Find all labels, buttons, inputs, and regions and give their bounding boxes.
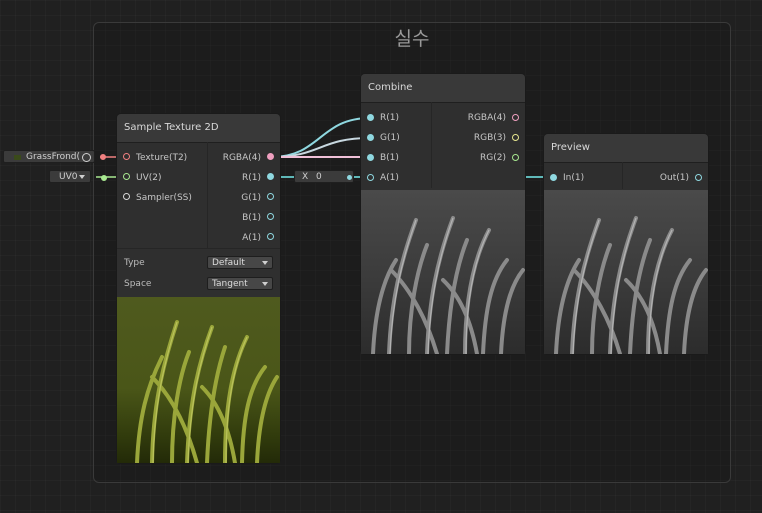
- wire-to-combine-r: [271, 117, 371, 158]
- port-label-a: A(1): [242, 233, 261, 243]
- port-label-sampler: Sampler(SS): [136, 193, 192, 203]
- texture-thumbnail-icon: [14, 155, 21, 160]
- type-label: Type: [124, 258, 145, 268]
- port-uv[interactable]: [123, 173, 130, 180]
- texture-input-field[interactable]: GrassFrond(: [3, 150, 95, 163]
- port-label-b: B(1): [242, 213, 261, 223]
- port-label-in: In(1): [563, 173, 585, 183]
- port-label-rgb: RGB(3): [473, 133, 506, 143]
- a-field-connector: [347, 175, 352, 180]
- preview-image: [544, 190, 708, 354]
- port-divider: [207, 142, 208, 248]
- port-r-out[interactable]: [267, 173, 274, 180]
- port-label-uv: UV(2): [136, 173, 162, 183]
- uv-input-field[interactable]: UV0: [49, 170, 91, 183]
- port-divider: [622, 162, 623, 189]
- combine-preview-image: [361, 190, 525, 354]
- wire-to-combine-g: [271, 137, 371, 158]
- port-label-texture: Texture(T2): [136, 153, 188, 163]
- port-texture[interactable]: [123, 153, 130, 160]
- node-title[interactable]: Combine: [361, 74, 525, 103]
- port-a-out[interactable]: [267, 233, 274, 240]
- dropdown-arrow-icon: [79, 175, 85, 179]
- space-dropdown[interactable]: Tangent: [207, 277, 273, 290]
- port-label-rgba: RGBA(4): [467, 113, 506, 123]
- port-a-in[interactable]: [367, 174, 374, 181]
- port-label-r: R(1): [380, 113, 400, 123]
- combine-a-field[interactable]: X 0: [294, 170, 354, 183]
- preview-node[interactable]: Preview In(1) Out(1): [544, 134, 708, 354]
- grass-illustration: [135, 320, 279, 463]
- port-b-in[interactable]: [367, 154, 374, 161]
- dropdown-arrow-icon: [262, 261, 268, 265]
- dropdown-arrow-icon: [262, 282, 268, 286]
- port-rgba-out[interactable]: [267, 153, 274, 160]
- port-rgba-out[interactable]: [512, 114, 519, 121]
- props-divider: [117, 248, 280, 249]
- node-title[interactable]: Preview: [544, 134, 708, 163]
- type-dropdown[interactable]: Default: [207, 256, 273, 269]
- texture-input-value: GrassFrond(: [26, 152, 81, 162]
- target-icon[interactable]: [82, 153, 91, 162]
- port-rgb-out[interactable]: [512, 134, 519, 141]
- port-label-r: R(1): [241, 173, 261, 183]
- port-label-g: G(1): [380, 133, 400, 143]
- texture-field-connector: [100, 154, 106, 160]
- node-title[interactable]: Sample Texture 2D: [117, 114, 280, 143]
- sample-texture-2d-node[interactable]: Sample Texture 2D Texture(T2) UV(2) Samp…: [117, 114, 280, 463]
- grass-grayscale-illustration: [371, 216, 525, 354]
- port-r-in[interactable]: [367, 114, 374, 121]
- port-label-rgba: RGBA(4): [222, 153, 261, 163]
- port-g-out[interactable]: [267, 193, 274, 200]
- port-divider: [431, 102, 432, 188]
- uv-input-value: UV0: [59, 172, 78, 182]
- a-field-label: X: [302, 172, 309, 182]
- port-label-out: Out(1): [659, 173, 689, 183]
- type-value: Default: [212, 258, 245, 268]
- a-field-value: 0: [316, 172, 322, 182]
- port-label-rg: RG(2): [480, 153, 506, 163]
- port-out[interactable]: [695, 174, 702, 181]
- grass-grayscale-illustration: [554, 216, 708, 354]
- port-in[interactable]: [550, 174, 557, 181]
- combine-node[interactable]: Combine R(1) G(1) B(1) A(1) RGBA(4) RGB(…: [361, 74, 525, 354]
- space-label: Space: [124, 279, 152, 289]
- port-b-out[interactable]: [267, 213, 274, 220]
- space-value: Tangent: [212, 279, 248, 289]
- port-sampler[interactable]: [123, 193, 130, 200]
- port-rg-out[interactable]: [512, 154, 519, 161]
- port-label-a: A(1): [380, 173, 399, 183]
- port-g-in[interactable]: [367, 134, 374, 141]
- texture-preview-image: [117, 297, 280, 463]
- uv-field-connector: [101, 175, 107, 181]
- port-label-g: G(1): [241, 193, 261, 203]
- port-label-b: B(1): [380, 153, 399, 163]
